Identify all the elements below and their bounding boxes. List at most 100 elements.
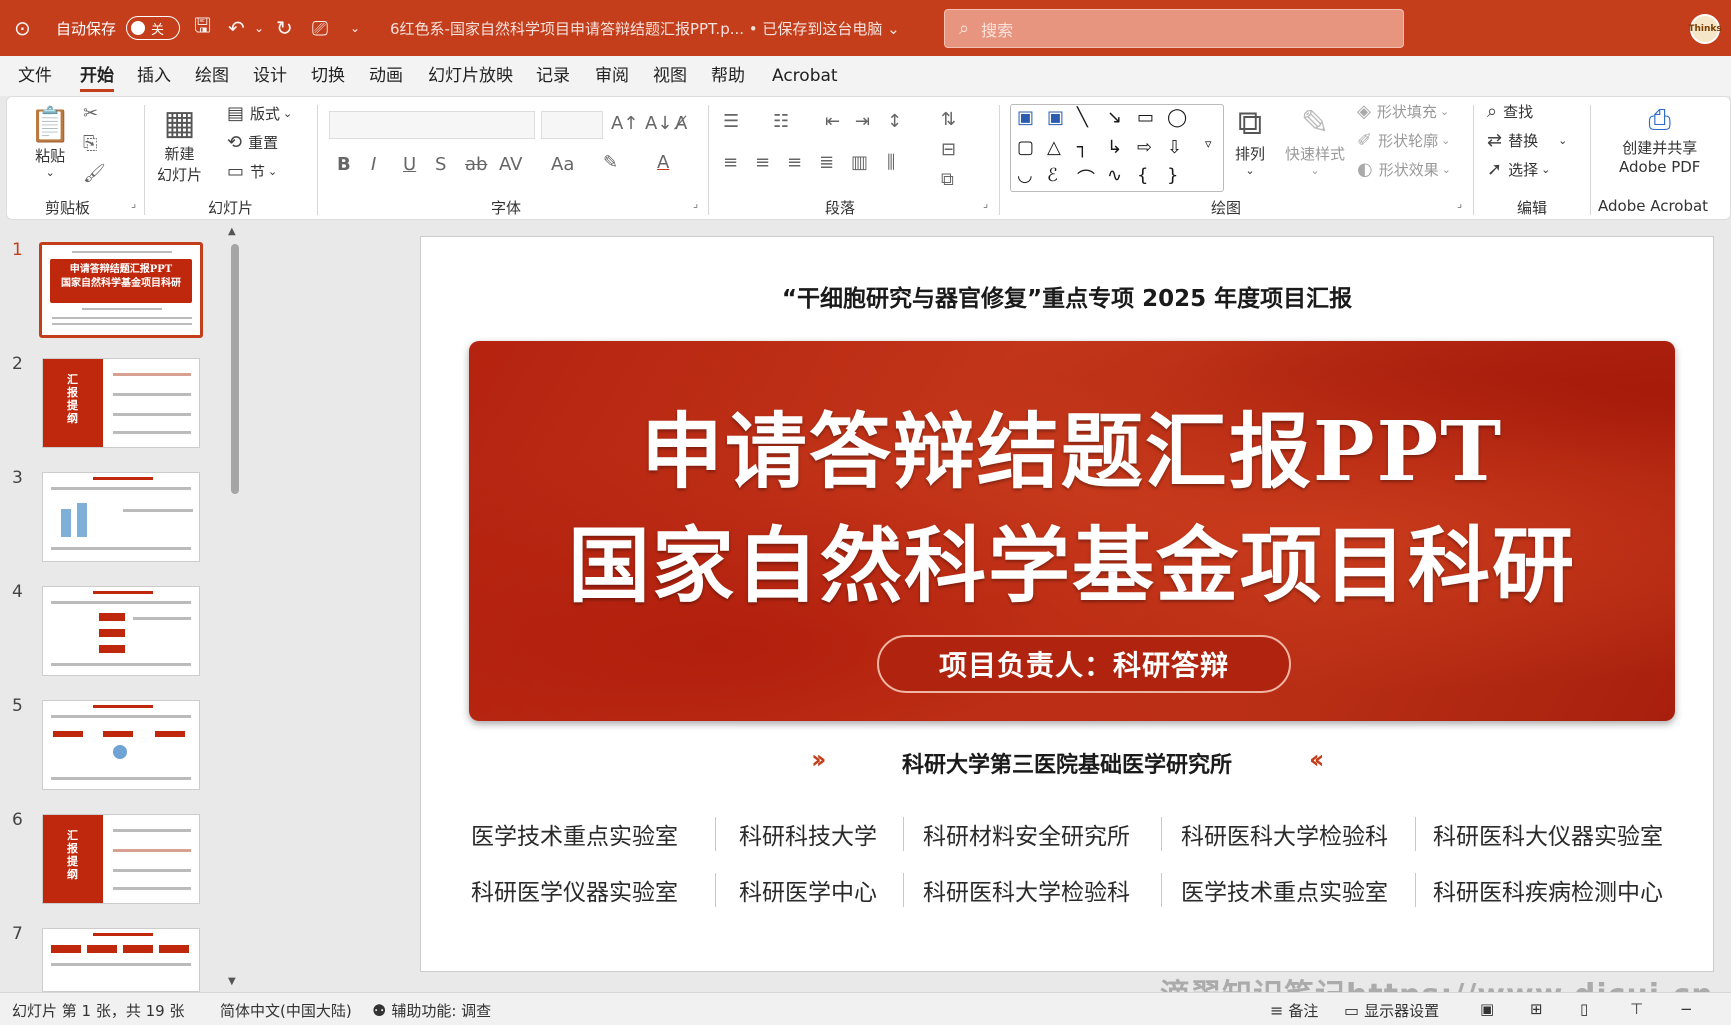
decrease-indent-icon[interactable]: ⇤ bbox=[825, 111, 840, 132]
arrow-line-icon[interactable]: ↘ bbox=[1107, 107, 1122, 128]
bold-icon[interactable]: B bbox=[337, 154, 351, 175]
dialog-launcher-icon[interactable]: ⌟ bbox=[1457, 197, 1462, 210]
font-name-select[interactable] bbox=[329, 111, 535, 139]
numbering-icon[interactable]: ☷ bbox=[773, 111, 789, 132]
justify-icon[interactable]: ≣ bbox=[819, 152, 834, 173]
curve-icon[interactable]: ∿ bbox=[1107, 165, 1122, 186]
tab-record[interactable]: 记录 bbox=[536, 56, 570, 96]
columns-icon[interactable]: ⫼ bbox=[887, 152, 895, 173]
align-left-icon[interactable]: ≡ bbox=[723, 152, 738, 173]
tab-acrobat[interactable]: Acrobat bbox=[772, 56, 838, 96]
smartart-icon[interactable]: ⧉ bbox=[941, 169, 954, 190]
replace-button[interactable]: ⇄ 替换 ⌄ bbox=[1487, 130, 1567, 151]
reset-button[interactable]: ⟲ 重置 bbox=[227, 132, 278, 153]
left-brace-icon[interactable]: { bbox=[1137, 165, 1148, 186]
slide-title-line-2[interactable]: 国家自然科学基金项目科研 bbox=[469, 499, 1675, 618]
unit-name[interactable]: 科研医科大学检验科 bbox=[923, 873, 1130, 907]
format-painter-icon[interactable]: 🖌 bbox=[83, 163, 106, 184]
elbow-arrow-icon[interactable]: ↳ bbox=[1107, 137, 1122, 158]
copy-icon[interactable]: ⎘ bbox=[83, 133, 97, 154]
unit-name[interactable]: 科研医学中心 bbox=[739, 873, 877, 907]
language-indicator[interactable]: 简体中文(中国大陆) bbox=[220, 1000, 352, 1021]
slide-canvas[interactable]: “干细胞研究与器官修复”重点专项 2025 年度项目汇报 申请答辩结题汇报PPT… bbox=[420, 236, 1714, 972]
create-pdf-button[interactable]: ⎙ 创建并共享 Adobe PDF bbox=[1619, 103, 1700, 176]
decrease-font-icon[interactable]: A↓ bbox=[645, 113, 672, 134]
slide-sorter-icon[interactable]: ⊞ bbox=[1530, 1000, 1543, 1018]
gallery-more-icon[interactable]: ▿ bbox=[1205, 137, 1212, 152]
text-direction-icon[interactable]: ⇅ bbox=[941, 109, 956, 130]
slide-thumbnail-6[interactable]: 汇报提纲 bbox=[42, 814, 200, 904]
shape-fill-button[interactable]: ◈ 形状填充 ⌄ bbox=[1357, 101, 1449, 122]
tab-home[interactable]: 开始 bbox=[80, 56, 114, 96]
shape-outline-button[interactable]: ✐ 形状轮廓 ⌄ bbox=[1357, 130, 1450, 151]
distribute-icon[interactable]: ▥ bbox=[851, 152, 868, 173]
scroll-down-icon[interactable]: ▼ bbox=[228, 976, 236, 987]
highlight-icon[interactable]: ✎ bbox=[603, 152, 618, 173]
slideshow-view-icon[interactable]: ⊤ bbox=[1630, 1000, 1643, 1018]
shape-gallery[interactable]: ▣ ▣ ╲ ↘ ▭ ◯ ▢ △ ┐ ↳ ⇨ ⇩ ◡ ℰ ⌒ ∿ { } ▿ bbox=[1010, 104, 1224, 192]
font-color-icon[interactable]: A bbox=[657, 152, 669, 173]
oval-icon[interactable]: ◯ bbox=[1167, 107, 1187, 128]
present-icon[interactable]: ⎚ bbox=[312, 0, 328, 56]
tab-review[interactable]: 审阅 bbox=[595, 56, 629, 96]
slide-thumbnail-3[interactable] bbox=[42, 472, 200, 562]
change-case-icon[interactable]: Aa bbox=[551, 154, 574, 175]
undo-icon[interactable]: ↶ bbox=[228, 0, 245, 56]
align-text-icon[interactable]: ⊟ bbox=[941, 139, 956, 160]
normal-view-icon[interactable]: ▣ bbox=[1480, 1000, 1494, 1018]
arc-icon[interactable]: ⌒ bbox=[1077, 165, 1095, 191]
arrange-button[interactable]: ⧉ 排列 ⌄ bbox=[1235, 103, 1265, 177]
down-arrow-icon[interactable]: ⇩ bbox=[1167, 137, 1182, 158]
dialog-launcher-icon[interactable]: ⌟ bbox=[131, 197, 136, 210]
project-leader-pill[interactable]: 项目负责人：科研答辩 bbox=[877, 635, 1291, 693]
strikethrough-icon[interactable]: ab bbox=[465, 154, 487, 175]
quick-styles-button[interactable]: ✎ 快速样式 ⌄ bbox=[1285, 103, 1345, 177]
right-arrow-icon[interactable]: ⇨ bbox=[1137, 137, 1152, 158]
align-center-icon[interactable]: ≡ bbox=[755, 152, 770, 173]
tab-design[interactable]: 设计 bbox=[253, 56, 287, 96]
unit-name[interactable]: 医学技术重点实验室 bbox=[1181, 873, 1388, 907]
avatar[interactable]: Thinks bbox=[1688, 14, 1722, 44]
tab-slideshow[interactable]: 幻灯片放映 bbox=[428, 56, 513, 96]
unit-name[interactable]: 科研医科大仪器实验室 bbox=[1433, 817, 1663, 851]
title-banner[interactable]: 申请答辩结题汇报PPT 国家自然科学基金项目科研 项目负责人：科研答辩 bbox=[469, 341, 1675, 721]
layout-button[interactable]: ▤ 版式 ⌄ bbox=[227, 103, 292, 124]
slide-title-line-1[interactable]: 申请答辩结题汇报PPT bbox=[469, 385, 1675, 504]
cut-icon[interactable]: ✂ bbox=[83, 103, 98, 124]
rounded-rect-icon[interactable]: ▢ bbox=[1017, 137, 1034, 158]
triangle-icon[interactable]: △ bbox=[1047, 137, 1061, 158]
right-brace-icon[interactable]: } bbox=[1167, 165, 1178, 186]
zoom-out-icon[interactable]: − bbox=[1680, 1000, 1693, 1018]
institute-name[interactable]: 科研大学第三医院基础医学研究所 bbox=[421, 747, 1713, 779]
increase-indent-icon[interactable]: ⇥ bbox=[855, 111, 870, 132]
elbow-connector-icon[interactable]: ┐ bbox=[1077, 137, 1088, 158]
clear-format-icon[interactable]: A̸ bbox=[675, 113, 687, 134]
textbox-icon[interactable]: ▣ bbox=[1017, 107, 1034, 128]
find-button[interactable]: ⌕ 查找 bbox=[1487, 101, 1533, 122]
unit-name[interactable]: 科研医科疾病检测中心 bbox=[1433, 873, 1663, 907]
bullets-icon[interactable]: ☰ bbox=[723, 111, 739, 132]
unit-name[interactable]: 医学技术重点实验室 bbox=[471, 817, 678, 851]
search-input[interactable]: ⌕ 搜索 bbox=[944, 9, 1404, 48]
shadow-icon[interactable]: S bbox=[435, 154, 446, 175]
increase-font-icon[interactable]: A↑ bbox=[611, 113, 638, 134]
italic-icon[interactable]: I bbox=[371, 154, 376, 175]
reading-view-icon[interactable]: ▯ bbox=[1580, 1000, 1588, 1018]
scrollbar-thumb[interactable] bbox=[231, 244, 239, 494]
align-right-icon[interactable]: ≡ bbox=[787, 152, 802, 173]
customize-qat-icon[interactable]: ⌄ bbox=[350, 0, 360, 56]
font-size-select[interactable] bbox=[541, 111, 603, 139]
display-settings-button[interactable]: ▭ 显示器设置 bbox=[1344, 1000, 1439, 1021]
slide-thumbnail-5[interactable] bbox=[42, 700, 200, 790]
tab-insert[interactable]: 插入 bbox=[137, 56, 171, 96]
tab-view[interactable]: 视图 bbox=[653, 56, 687, 96]
redo-icon[interactable]: ↻ bbox=[276, 0, 293, 56]
new-slide-button[interactable]: ▦ 新建 幻灯片 bbox=[157, 103, 202, 185]
tab-animations[interactable]: 动画 bbox=[369, 56, 403, 96]
tab-help[interactable]: 帮助 bbox=[711, 56, 745, 96]
unit-name[interactable]: 科研医学仪器实验室 bbox=[471, 873, 678, 907]
shape-effects-button[interactable]: ◐ 形状效果 ⌄ bbox=[1357, 159, 1451, 180]
char-spacing-icon[interactable]: AV bbox=[499, 154, 522, 175]
slide-subtitle[interactable]: “干细胞研究与器官修复”重点专项 2025 年度项目汇报 bbox=[421, 279, 1713, 313]
tab-transitions[interactable]: 切换 bbox=[311, 56, 345, 96]
